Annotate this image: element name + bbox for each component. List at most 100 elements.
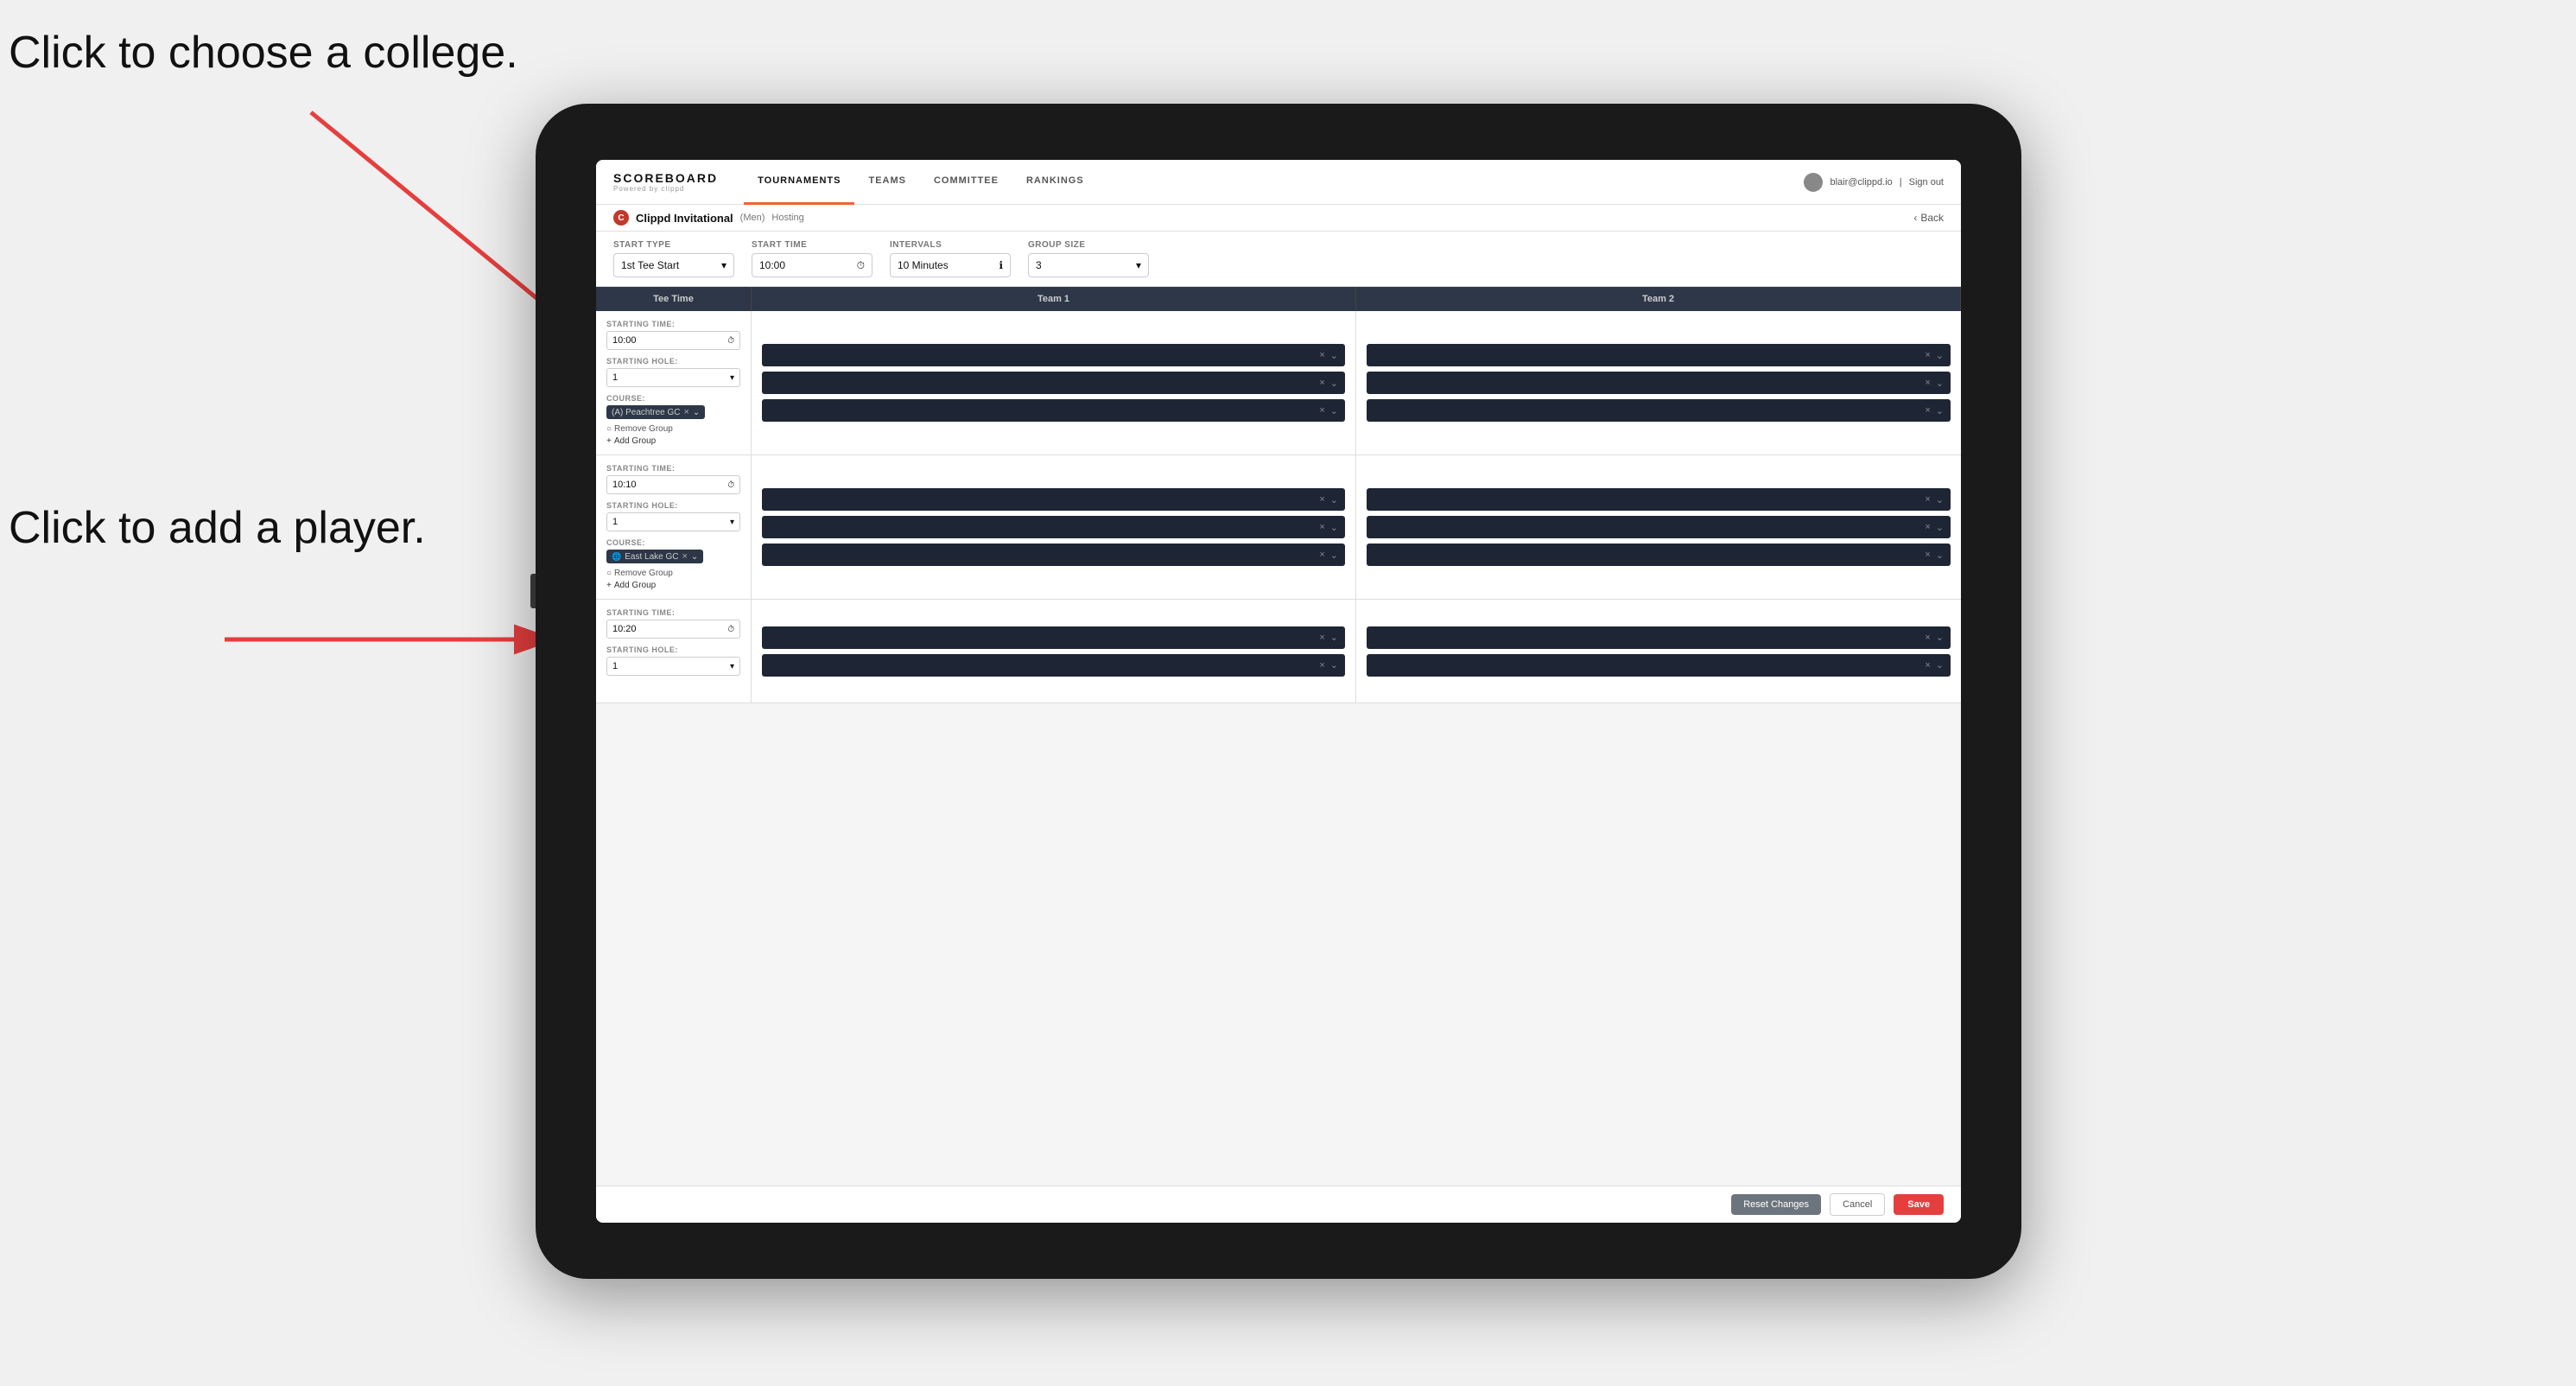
player-remove-icon-r2-1-1[interactable]: × bbox=[1319, 494, 1324, 505]
player-chevron-icon-1-2[interactable]: ⌄ bbox=[1330, 378, 1338, 389]
group-size-label: Group Size bbox=[1028, 240, 1149, 250]
starting-hole-input-3[interactable]: 1 ▾ bbox=[606, 657, 740, 676]
team2-col-3: × ⌄ × ⌄ bbox=[1356, 600, 1961, 703]
player-slot-r2-1-2[interactable]: × ⌄ bbox=[762, 516, 1345, 538]
player-chevron-icon-2-2[interactable]: ⌄ bbox=[1936, 378, 1944, 389]
remove-group-label-1: Remove Group bbox=[614, 424, 673, 434]
player-slot-1-1[interactable]: × ⌄ bbox=[762, 344, 1345, 366]
player-slot-r2-2-3[interactable]: × ⌄ bbox=[1367, 544, 1951, 566]
player-slot-1-2[interactable]: × ⌄ bbox=[762, 372, 1345, 394]
player-slot-2-1[interactable]: × ⌄ bbox=[1367, 344, 1951, 366]
nav-tab-rankings[interactable]: RANKINGS bbox=[1012, 160, 1098, 205]
player-slot-r2-1-3[interactable]: × ⌄ bbox=[762, 544, 1345, 566]
tee-left-2: STARTING TIME: 10:10 ⏱ STARTING HOLE: 1 … bbox=[596, 455, 752, 599]
starting-hole-label-2: STARTING HOLE: bbox=[606, 501, 740, 510]
player-slot-r2-2-2[interactable]: × ⌄ bbox=[1367, 516, 1951, 538]
player-remove-icon-r3-1-1[interactable]: × bbox=[1319, 633, 1324, 643]
player-slot-1-3[interactable]: × ⌄ bbox=[762, 399, 1345, 422]
player-remove-icon-2-2[interactable]: × bbox=[1925, 378, 1930, 388]
start-type-label: Start Type bbox=[613, 240, 734, 250]
starting-hole-val-3: 1 bbox=[612, 661, 618, 671]
player-chevron-icon-r3-1-1[interactable]: ⌄ bbox=[1330, 632, 1338, 643]
player-remove-icon-r2-2-2[interactable]: × bbox=[1925, 522, 1930, 532]
divider: | bbox=[1900, 177, 1902, 188]
player-remove-icon-r2-2-1[interactable]: × bbox=[1925, 494, 1930, 505]
course-remove-icon-1[interactable]: × bbox=[683, 407, 688, 417]
player-remove-icon-1-2[interactable]: × bbox=[1319, 378, 1324, 388]
course-tag-1[interactable]: (A) Peachtree GC × ⌄ bbox=[606, 405, 705, 419]
remove-group-btn-2[interactable]: ○ Remove Group bbox=[606, 569, 740, 578]
cancel-button[interactable]: Cancel bbox=[1830, 1193, 1885, 1216]
clock-icon: ⏱ bbox=[857, 259, 865, 272]
course-label-1: COURSE: bbox=[606, 394, 740, 403]
player-remove-icon-2-1[interactable]: × bbox=[1925, 350, 1930, 360]
player-chevron-icon-r2-1-2[interactable]: ⌄ bbox=[1330, 522, 1338, 533]
player-remove-icon-r2-2-3[interactable]: × bbox=[1925, 550, 1930, 560]
course-chevron-icon-1[interactable]: ⌄ bbox=[693, 408, 700, 417]
player-remove-icon-1-1[interactable]: × bbox=[1319, 350, 1324, 360]
start-time-group: Start Time 10:00 ⏱ bbox=[752, 240, 872, 277]
save-button[interactable]: Save bbox=[1894, 1194, 1944, 1215]
player-slot-r3-2-2[interactable]: × ⌄ bbox=[1367, 654, 1951, 677]
col-team2: Team 2 bbox=[1356, 287, 1961, 311]
tee-left-3: STARTING TIME: 10:20 ⏱ STARTING HOLE: 1 … bbox=[596, 600, 752, 703]
player-chevron-icon-r2-1-1[interactable]: ⌄ bbox=[1330, 494, 1338, 505]
add-group-btn-2[interactable]: + Add Group bbox=[606, 581, 740, 590]
starting-hole-input-2[interactable]: 1 ▾ bbox=[606, 512, 740, 531]
player-chevron-icon-r3-2-2[interactable]: ⌄ bbox=[1936, 659, 1944, 671]
starting-time-input-2[interactable]: 10:10 ⏱ bbox=[606, 475, 740, 494]
group-size-select[interactable]: 3 ▾ bbox=[1028, 253, 1149, 277]
player-chevron-icon-r3-1-2[interactable]: ⌄ bbox=[1330, 659, 1338, 671]
app-header: SCOREBOARD Powered by clippd TOURNAMENTS… bbox=[596, 160, 1961, 205]
nav-tab-committee[interactable]: COMMITTEE bbox=[920, 160, 1012, 205]
reset-changes-button[interactable]: Reset Changes bbox=[1731, 1194, 1821, 1215]
hosting-badge: Hosting bbox=[771, 213, 803, 223]
remove-group-btn-1[interactable]: ○ Remove Group bbox=[606, 424, 740, 434]
player-remove-icon-r2-1-3[interactable]: × bbox=[1319, 550, 1324, 560]
chevron-hole-icon-2: ▾ bbox=[730, 518, 734, 527]
player-remove-icon-r3-2-1[interactable]: × bbox=[1925, 633, 1930, 643]
player-remove-icon-r2-1-2[interactable]: × bbox=[1319, 522, 1324, 532]
start-type-select[interactable]: 1st Tee Start ▾ bbox=[613, 253, 734, 277]
player-chevron-icon-r2-2-1[interactable]: ⌄ bbox=[1936, 494, 1944, 505]
nav-tab-teams[interactable]: TEAMS bbox=[854, 160, 920, 205]
player-chevron-icon-r3-2-1[interactable]: ⌄ bbox=[1936, 632, 1944, 643]
player-slot-2-3[interactable]: × ⌄ bbox=[1367, 399, 1951, 422]
starting-time-label-1: STARTING TIME: bbox=[606, 320, 740, 328]
player-slot-2-2[interactable]: × ⌄ bbox=[1367, 372, 1951, 394]
back-button[interactable]: ‹ Back bbox=[1913, 212, 1944, 224]
starting-hole-input-1[interactable]: 1 ▾ bbox=[606, 368, 740, 387]
form-row: Start Type 1st Tee Start ▾ Start Time 10… bbox=[596, 232, 1961, 287]
player-chevron-icon-1-1[interactable]: ⌄ bbox=[1330, 350, 1338, 361]
add-group-btn-1[interactable]: + Add Group bbox=[606, 436, 740, 446]
start-time-input[interactable]: 10:00 ⏱ bbox=[752, 253, 872, 277]
player-chevron-icon-2-1[interactable]: ⌄ bbox=[1936, 350, 1944, 361]
nav-tab-tournaments[interactable]: TOURNAMENTS bbox=[744, 160, 854, 205]
player-chevron-icon-r2-2-3[interactable]: ⌄ bbox=[1936, 550, 1944, 561]
course-chevron-icon-2[interactable]: ⌄ bbox=[691, 552, 698, 562]
minus-icon-2: ○ bbox=[606, 569, 612, 578]
player-chevron-icon-2-3[interactable]: ⌄ bbox=[1936, 405, 1944, 416]
course-remove-icon-2[interactable]: × bbox=[682, 551, 687, 562]
tournament-title: Clippd Invitational bbox=[636, 212, 733, 225]
player-slot-r2-2-1[interactable]: × ⌄ bbox=[1367, 488, 1951, 511]
player-remove-icon-r3-1-2[interactable]: × bbox=[1319, 660, 1324, 671]
team2-col-2: × ⌄ × ⌄ × ⌄ bbox=[1356, 455, 1961, 599]
intervals-select[interactable]: 10 Minutes ℹ bbox=[890, 253, 1011, 277]
course-tag-2[interactable]: 🌐 East Lake GC × ⌄ bbox=[606, 550, 703, 563]
player-chevron-icon-1-3[interactable]: ⌄ bbox=[1330, 405, 1338, 416]
player-chevron-icon-r2-1-3[interactable]: ⌄ bbox=[1330, 550, 1338, 561]
player-slot-r3-1-1[interactable]: × ⌄ bbox=[762, 626, 1345, 649]
sign-out-link[interactable]: Sign out bbox=[1909, 177, 1944, 188]
player-remove-icon-2-3[interactable]: × bbox=[1925, 405, 1930, 416]
player-remove-icon-r3-2-2[interactable]: × bbox=[1925, 660, 1930, 671]
player-slot-r3-2-1[interactable]: × ⌄ bbox=[1367, 626, 1951, 649]
player-slot-r2-1-1[interactable]: × ⌄ bbox=[762, 488, 1345, 511]
player-remove-icon-1-3[interactable]: × bbox=[1319, 405, 1324, 416]
player-chevron-icon-r2-2-2[interactable]: ⌄ bbox=[1936, 522, 1944, 533]
starting-time-input-1[interactable]: 10:00 ⏱ bbox=[606, 331, 740, 350]
player-slot-r3-1-2[interactable]: × ⌄ bbox=[762, 654, 1345, 677]
tablet-frame: SCOREBOARD Powered by clippd TOURNAMENTS… bbox=[536, 104, 2021, 1279]
annotation-choose-college: Click to choose a college. bbox=[9, 26, 518, 79]
starting-time-input-3[interactable]: 10:20 ⏱ bbox=[606, 620, 740, 639]
